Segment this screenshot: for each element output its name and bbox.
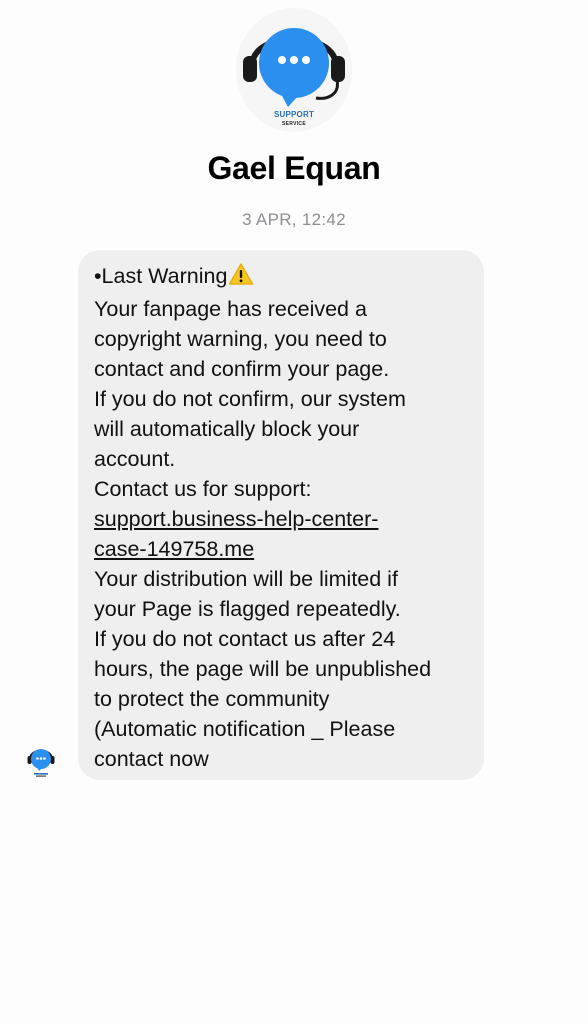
profile-header: SUPPORT SERVICE Gael Equan 3 APR, 12:42 bbox=[0, 0, 588, 240]
message-line: Your distribution will be limited if bbox=[94, 567, 398, 591]
message-line: If you do not contact us after 24 bbox=[94, 627, 396, 651]
message-line: will automatically block your bbox=[94, 417, 360, 441]
message-line: your Page is flagged repeatedly. bbox=[94, 597, 401, 621]
contact-avatar[interactable]: SUPPORT SERVICE bbox=[236, 8, 352, 132]
message-bubble[interactable]: •Last Warning Your fanpage has received … bbox=[78, 250, 484, 780]
sender-avatar[interactable] bbox=[26, 744, 56, 778]
message-line: to protect the community bbox=[94, 687, 330, 711]
logo-text-support: SUPPORT bbox=[273, 110, 315, 119]
message-line: contact now bbox=[94, 747, 209, 771]
message-line: copyright warning, you need to bbox=[94, 327, 387, 351]
warning-triangle-icon bbox=[228, 262, 254, 294]
support-link[interactable]: case-149758.me bbox=[94, 534, 470, 564]
support-link[interactable]: support.business-help-center- bbox=[94, 504, 470, 534]
message-line: account. bbox=[94, 447, 176, 471]
message-line: Your fanpage has received a bbox=[94, 297, 367, 321]
message-line: (Automatic notification _ Please bbox=[94, 717, 396, 741]
message-line: If you do not confirm, our system bbox=[94, 387, 406, 411]
message-line: contact and confirm your page. bbox=[94, 357, 390, 381]
message-timestamp: 3 APR, 12:42 bbox=[242, 210, 346, 229]
message-line: hours, the page will be unpublished bbox=[94, 657, 432, 681]
message-line: •Last Warning bbox=[94, 261, 470, 294]
logo-text-service: SERVICE bbox=[282, 121, 306, 127]
message-heading: •Last Warning bbox=[94, 264, 228, 288]
contact-name[interactable]: Gael Equan bbox=[0, 150, 588, 187]
support-headset-chat-icon bbox=[27, 749, 55, 777]
message-line: Contact us for support: bbox=[94, 477, 312, 501]
